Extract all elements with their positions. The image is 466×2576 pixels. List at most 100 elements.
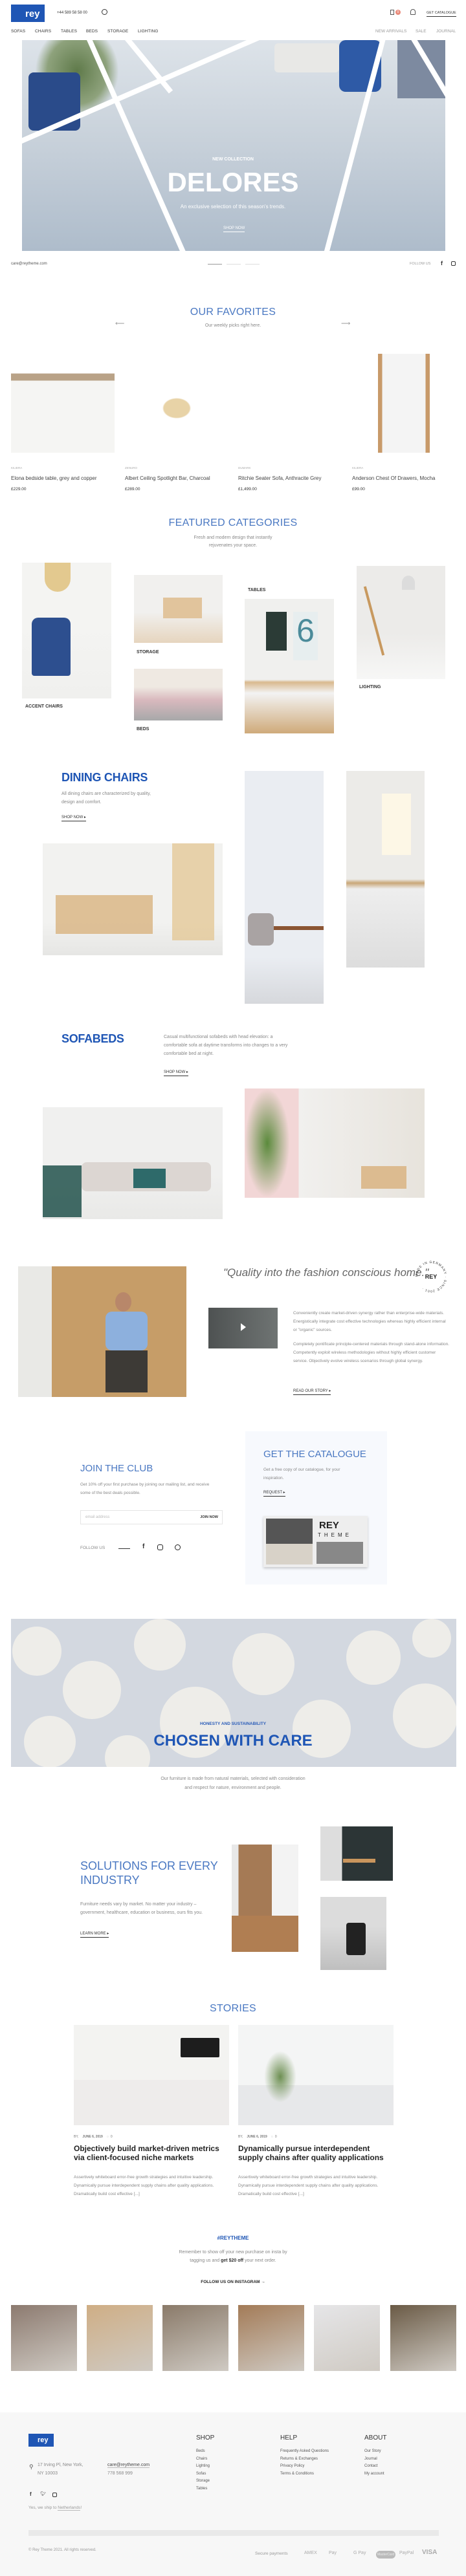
instagram-post[interactable] (314, 2305, 380, 2371)
footer-instagram-icon[interactable] (52, 2493, 57, 2497)
arrow-right-icon[interactable]: ⟶ (341, 320, 350, 327)
logo[interactable]: rey (11, 5, 45, 22)
footer-twitter-icon[interactable]: 🐦︎ (40, 2491, 46, 2496)
footer-link-help[interactable]: Returns & Exchanges (280, 2456, 318, 2463)
footer-link-help[interactable]: Privacy Policy (280, 2463, 304, 2471)
story-card[interactable]: BY, JUNE 6, 2019 ◌ 0 Dynamically pursue inte… (238, 2025, 394, 2200)
follow-instagram-button[interactable]: FOLLOW US ON INSTAGRAM → (0, 2280, 466, 2284)
instagram-post[interactable] (238, 2305, 304, 2371)
nav-storage[interactable]: STORAGE (107, 29, 128, 34)
product-card[interactable]: ZENURO Albert Ceiling Spotlight Bar, Char… (125, 354, 228, 496)
product-image[interactable] (11, 354, 115, 453)
facebook-icon[interactable]: f (441, 260, 443, 266)
footer-link-shop[interactable]: Tables (196, 2485, 207, 2493)
instagram-icon[interactable] (157, 1544, 163, 1550)
hero-email-link[interactable]: care@reytheme.com (11, 262, 47, 266)
request-catalogue-button[interactable]: REQUEST ▸ (263, 1490, 285, 1497)
nav-new-arrivals[interactable]: NEW ARRIVALS (375, 29, 406, 34)
product-image[interactable] (125, 354, 228, 453)
instagram-hashtag[interactable]: #REYTHEME (0, 2235, 466, 2241)
nav-beds[interactable]: BEDS (86, 29, 98, 34)
product-card[interactable]: KILIERA Anderson Chest Of Drawers, Mocha £… (352, 354, 456, 496)
email-input[interactable]: email address JOIN NOW (80, 1510, 223, 1524)
footer-link-about[interactable]: Our Story (364, 2448, 381, 2456)
footer-link-about[interactable]: Journal (364, 2456, 377, 2463)
arrow-left-icon[interactable]: ⟵ (115, 320, 124, 327)
category-tables-label[interactable]: TABLES (248, 588, 265, 592)
facebook-icon[interactable]: f (142, 1543, 144, 1550)
sofabeds-shop-now-button[interactable]: SHOP NOW ▸ (164, 1070, 188, 1076)
ship-country-link[interactable]: Netherlands (58, 2506, 81, 2511)
nav-sale[interactable]: SALE (416, 29, 427, 34)
category-accent-chairs-label[interactable]: ACCENT CHAIRS (25, 704, 63, 709)
instagram-icon[interactable] (451, 261, 456, 266)
story-date[interactable]: JUNE 6, 2019 (82, 2135, 102, 2139)
comment-icon[interactable]: ◌ (107, 2135, 109, 2139)
footer-logo[interactable]: rey (28, 2434, 54, 2447)
pinterest-icon[interactable] (175, 1544, 181, 1550)
slider-dot-3[interactable] (245, 264, 260, 265)
footer-link-about[interactable]: My account (364, 2471, 384, 2478)
footer-link-shop[interactable]: Beds (196, 2448, 205, 2456)
category-storage-image[interactable] (134, 575, 223, 643)
category-lighting-label[interactable]: LIGHTING (359, 685, 381, 689)
slider-dot-1[interactable] (208, 264, 222, 265)
product-name[interactable]: Ritchie Seater Sofa, Anthracite Grey (238, 475, 322, 481)
product-name[interactable]: Anderson Chest Of Drawers, Mocha (352, 475, 436, 481)
play-icon[interactable] (241, 1323, 246, 1331)
category-beds-image[interactable] (134, 669, 223, 720)
story-title[interactable]: Dynamically pursue interdependent supply… (238, 2144, 394, 2162)
instagram-post[interactable] (390, 2305, 456, 2371)
instagram-post[interactable] (162, 2305, 228, 2371)
payment-mastercard-icon: MasterCard (376, 2551, 396, 2559)
story-title[interactable]: Objectively build market-driven metrics … (74, 2144, 229, 2162)
user-icon[interactable] (410, 9, 416, 15)
nav-journal[interactable]: JOURNAL (436, 29, 456, 34)
phone-number[interactable]: +44 589 58 58 00 (57, 11, 87, 15)
footer-link-shop[interactable]: Chairs (196, 2456, 207, 2463)
story-date[interactable]: JUNE 6, 2019 (247, 2135, 267, 2139)
instagram-post[interactable] (11, 2305, 77, 2371)
category-tables-image[interactable]: 6 (245, 599, 334, 733)
story-video-thumbnail[interactable] (208, 1308, 278, 1348)
footer-link-help[interactable]: Terms & Conditions (280, 2471, 314, 2478)
search-icon[interactable] (102, 9, 107, 15)
get-catalogue-link[interactable]: GET CATALOGUE (427, 11, 456, 17)
slider-dot-2[interactable] (227, 264, 241, 265)
category-beds-label[interactable]: BEDS (137, 727, 149, 731)
product-image[interactable] (238, 354, 342, 453)
story-card[interactable]: BY, JUNE 6, 2019 ◌ 0 Objectively build marke… (74, 2025, 229, 2200)
nav-tables[interactable]: TABLES (61, 29, 77, 34)
category-storage-label[interactable]: STORAGE (137, 650, 159, 655)
product-image[interactable] (352, 354, 456, 453)
footer-facebook-icon[interactable]: f (30, 2491, 32, 2497)
hero-banner[interactable] (22, 40, 445, 251)
category-accent-chairs-image[interactable] (22, 563, 111, 698)
read-our-story-button[interactable]: READ OUR STORY ▸ (293, 1389, 331, 1395)
comment-icon[interactable]: ◌ (271, 2135, 273, 2139)
shipping-note: Yes, we ship to Netherlands! (28, 2506, 82, 2511)
footer-link-shop[interactable]: Storage (196, 2478, 210, 2485)
hero-shop-now-button[interactable]: SHOP NOW (223, 226, 245, 232)
category-lighting-image[interactable] (357, 566, 445, 679)
learn-more-button[interactable]: LEARN MORE ▸ (80, 1931, 109, 1938)
footer-phone[interactable]: 778 568 999 (107, 2471, 133, 2476)
story-image[interactable] (74, 2025, 229, 2125)
story-image[interactable] (238, 2025, 394, 2125)
footer-link-shop[interactable]: Sofas (196, 2471, 206, 2478)
dining-shop-now-button[interactable]: SHOP NOW ▸ (61, 815, 86, 821)
footer-link-shop[interactable]: Lighting (196, 2463, 210, 2471)
instagram-post[interactable] (87, 2305, 153, 2371)
product-name[interactable]: Albert Ceiling Spotlight Bar, Charcoal (125, 475, 210, 481)
product-card[interactable]: DUMARK Ritchie Seater Sofa, Anthracite Gr… (238, 354, 342, 496)
product-name[interactable]: Elona bedside table, grey and copper (11, 475, 97, 481)
product-card[interactable]: KILIERA Elona bedside table, grey and cop… (11, 354, 115, 496)
nav-lighting[interactable]: LIGHTING (138, 29, 159, 34)
nav-sofas[interactable]: SOFAS (11, 29, 25, 34)
footer-link-help[interactable]: Frequently Asked Questions (280, 2448, 329, 2456)
footer-link-about[interactable]: Contact (364, 2463, 378, 2471)
nav-chairs[interactable]: CHAIRS (35, 29, 51, 34)
footer-email-link[interactable]: care@reytheme.com (107, 2463, 150, 2468)
cart-icon[interactable] (390, 10, 394, 15)
join-now-button[interactable]: JOIN NOW (200, 1515, 218, 1519)
